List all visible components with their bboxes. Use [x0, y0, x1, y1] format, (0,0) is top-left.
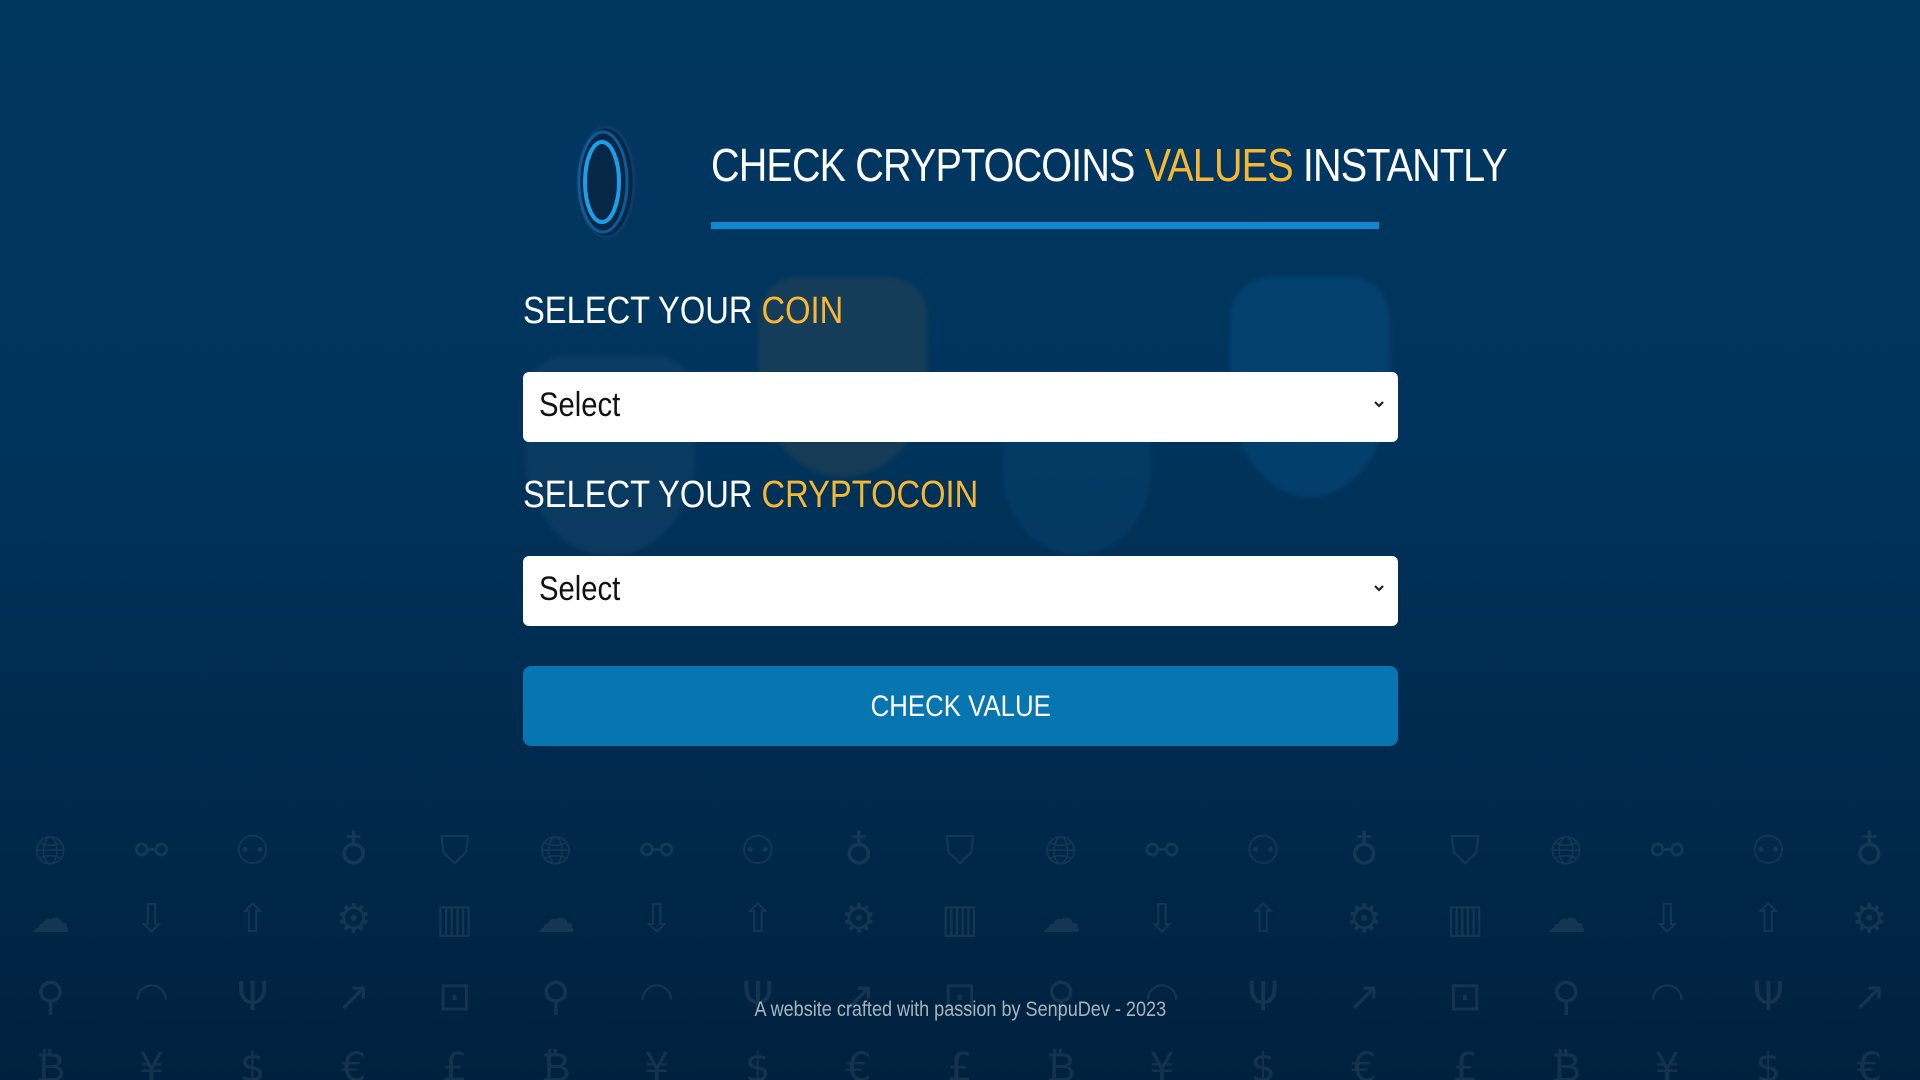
- coin-select[interactable]: Select: [523, 372, 1398, 442]
- cloud-upload-icon: ⇧: [1751, 896, 1786, 942]
- title-text-start: CHECK CRYPTOCOINS: [711, 139, 1145, 191]
- yen-icon: ¥: [1654, 1045, 1680, 1080]
- gear-icon: ⚙: [1346, 896, 1383, 942]
- dollar-icon: $: [239, 1045, 266, 1080]
- coin-label-accent: COIN: [761, 290, 844, 332]
- yen-icon: ¥: [644, 1045, 670, 1080]
- euro-icon: €: [340, 1045, 367, 1080]
- bitcoin-icon: ₿: [540, 1045, 571, 1080]
- check-value-button-label: CHECK VALUE: [870, 690, 1051, 723]
- bitcoin-icon: ₿: [35, 1045, 66, 1080]
- icon-pattern-row-1: 🌐︎ ⚯ ⚇ ♁ ⛉ 🌐︎ ⚯ ⚇ ♁ ⛉ 🌐︎ ⚯ ⚇ ♁ ⛉ 🌐︎ ⚯ ⚇ …: [0, 828, 1920, 874]
- pound-icon: £: [441, 1045, 468, 1080]
- gear-icon: ⚙: [335, 896, 372, 942]
- globe-icon: 🌐︎: [34, 828, 67, 874]
- shield-icon: ⛉: [944, 828, 975, 874]
- cloud-download-icon: ⇩: [640, 896, 674, 942]
- bag-icon: ♁: [844, 828, 874, 874]
- title-text-end: INSTANTLY: [1292, 139, 1508, 191]
- chevron-down-icon: [1374, 585, 1384, 592]
- cloud-icon: ☁: [1040, 896, 1081, 942]
- link-icon: ⚯: [134, 828, 169, 874]
- cloud-icon: ☁: [535, 896, 576, 942]
- gear-icon: ⚙: [840, 896, 877, 942]
- link-icon: ⚯: [640, 828, 674, 874]
- nodes-icon: ⚇: [234, 828, 271, 874]
- cloud-upload-icon: ⇧: [741, 896, 775, 942]
- bag-icon: ♁: [339, 828, 369, 874]
- link-icon: ⚯: [1145, 828, 1179, 874]
- euro-icon: €: [1856, 1045, 1883, 1080]
- cloud-download-icon: ⇩: [1145, 896, 1179, 942]
- cloud-download-icon: ⇩: [1650, 896, 1685, 942]
- pound-icon: £: [1452, 1045, 1478, 1080]
- euro-icon: €: [1351, 1045, 1377, 1080]
- icon-pattern-row-2: ☁ ⇩ ⇧ ⚙ ▥ ☁ ⇩ ⇧ ⚙ ▥ ☁ ⇩ ⇧ ⚙ ▥ ☁ ⇩ ⇧ ⚙: [0, 896, 1920, 942]
- footer-text: A website crafted with passion by SenpuD…: [754, 998, 1166, 1021]
- cryptocoin-label-text: SELECT YOUR: [523, 474, 762, 516]
- bar-chart-icon: ▥: [941, 896, 979, 942]
- bar-chart-icon: ▥: [435, 896, 474, 942]
- bitcoin-icon: ₿: [1046, 1045, 1076, 1080]
- cloud-icon: ☁: [1546, 896, 1587, 942]
- yen-icon: ¥: [138, 1045, 165, 1080]
- dollar-icon: $: [1755, 1045, 1782, 1080]
- bitcoin-icon: ₿: [1551, 1045, 1582, 1080]
- page-header: CHECK CRYPTOCOINS VALUES INSTANTLY: [575, 120, 1508, 250]
- shield-icon: ⛉: [1450, 828, 1481, 874]
- gear-icon: ⚙: [1851, 896, 1888, 942]
- cryptocoin-label: SELECT YOUR CRYPTOCOIN: [523, 474, 978, 517]
- coin-label: SELECT YOUR COIN: [523, 290, 843, 333]
- title-underline: [711, 222, 1379, 229]
- title-accent: VALUES: [1144, 139, 1294, 191]
- cryptocoin-select[interactable]: Select: [523, 556, 1398, 626]
- dollar-icon: $: [745, 1045, 771, 1080]
- cloud-download-icon: ⇩: [134, 896, 169, 942]
- nodes-icon: ⚇: [1245, 828, 1281, 874]
- coin-icon: [576, 125, 636, 239]
- check-value-button[interactable]: CHECK VALUE: [523, 666, 1398, 746]
- nodes-icon: ⚇: [1750, 828, 1787, 874]
- globe-icon: 🌐︎: [1550, 828, 1583, 874]
- euro-icon: €: [846, 1045, 872, 1080]
- dollar-icon: $: [1250, 1045, 1276, 1080]
- cloud-upload-icon: ⇧: [1246, 896, 1280, 942]
- icon-pattern-row-4: ₿ ¥ $ € £ ₿ ¥ $ € £ ₿ ¥ $ € £ ₿ ¥ $ €: [0, 1045, 1920, 1080]
- page-title: CHECK CRYPTOCOINS VALUES INSTANTLY: [711, 138, 1508, 192]
- bar-chart-icon: ▥: [1446, 896, 1485, 942]
- bag-icon: ♁: [1349, 828, 1379, 874]
- globe-icon: 🌐︎: [539, 828, 572, 874]
- coin-select-value: Select: [539, 386, 621, 424]
- yen-icon: ¥: [1149, 1045, 1175, 1080]
- chevron-down-icon: [1374, 401, 1384, 408]
- coin-label-text: SELECT YOUR: [523, 290, 762, 332]
- shield-icon: ⛉: [439, 828, 470, 874]
- cloud-icon: ☁: [30, 896, 71, 942]
- globe-icon: 🌐︎: [1044, 828, 1077, 874]
- pound-icon: £: [947, 1045, 973, 1080]
- cloud-upload-icon: ⇧: [235, 896, 270, 942]
- footer: A website crafted with passion by SenpuD…: [0, 998, 1920, 1022]
- bag-icon: ♁: [1854, 828, 1884, 874]
- cryptocoin-label-accent: CRYPTOCOIN: [761, 474, 979, 516]
- cryptocoin-select-value: Select: [539, 570, 621, 608]
- nodes-icon: ⚇: [739, 828, 776, 874]
- link-icon: ⚯: [1650, 828, 1685, 874]
